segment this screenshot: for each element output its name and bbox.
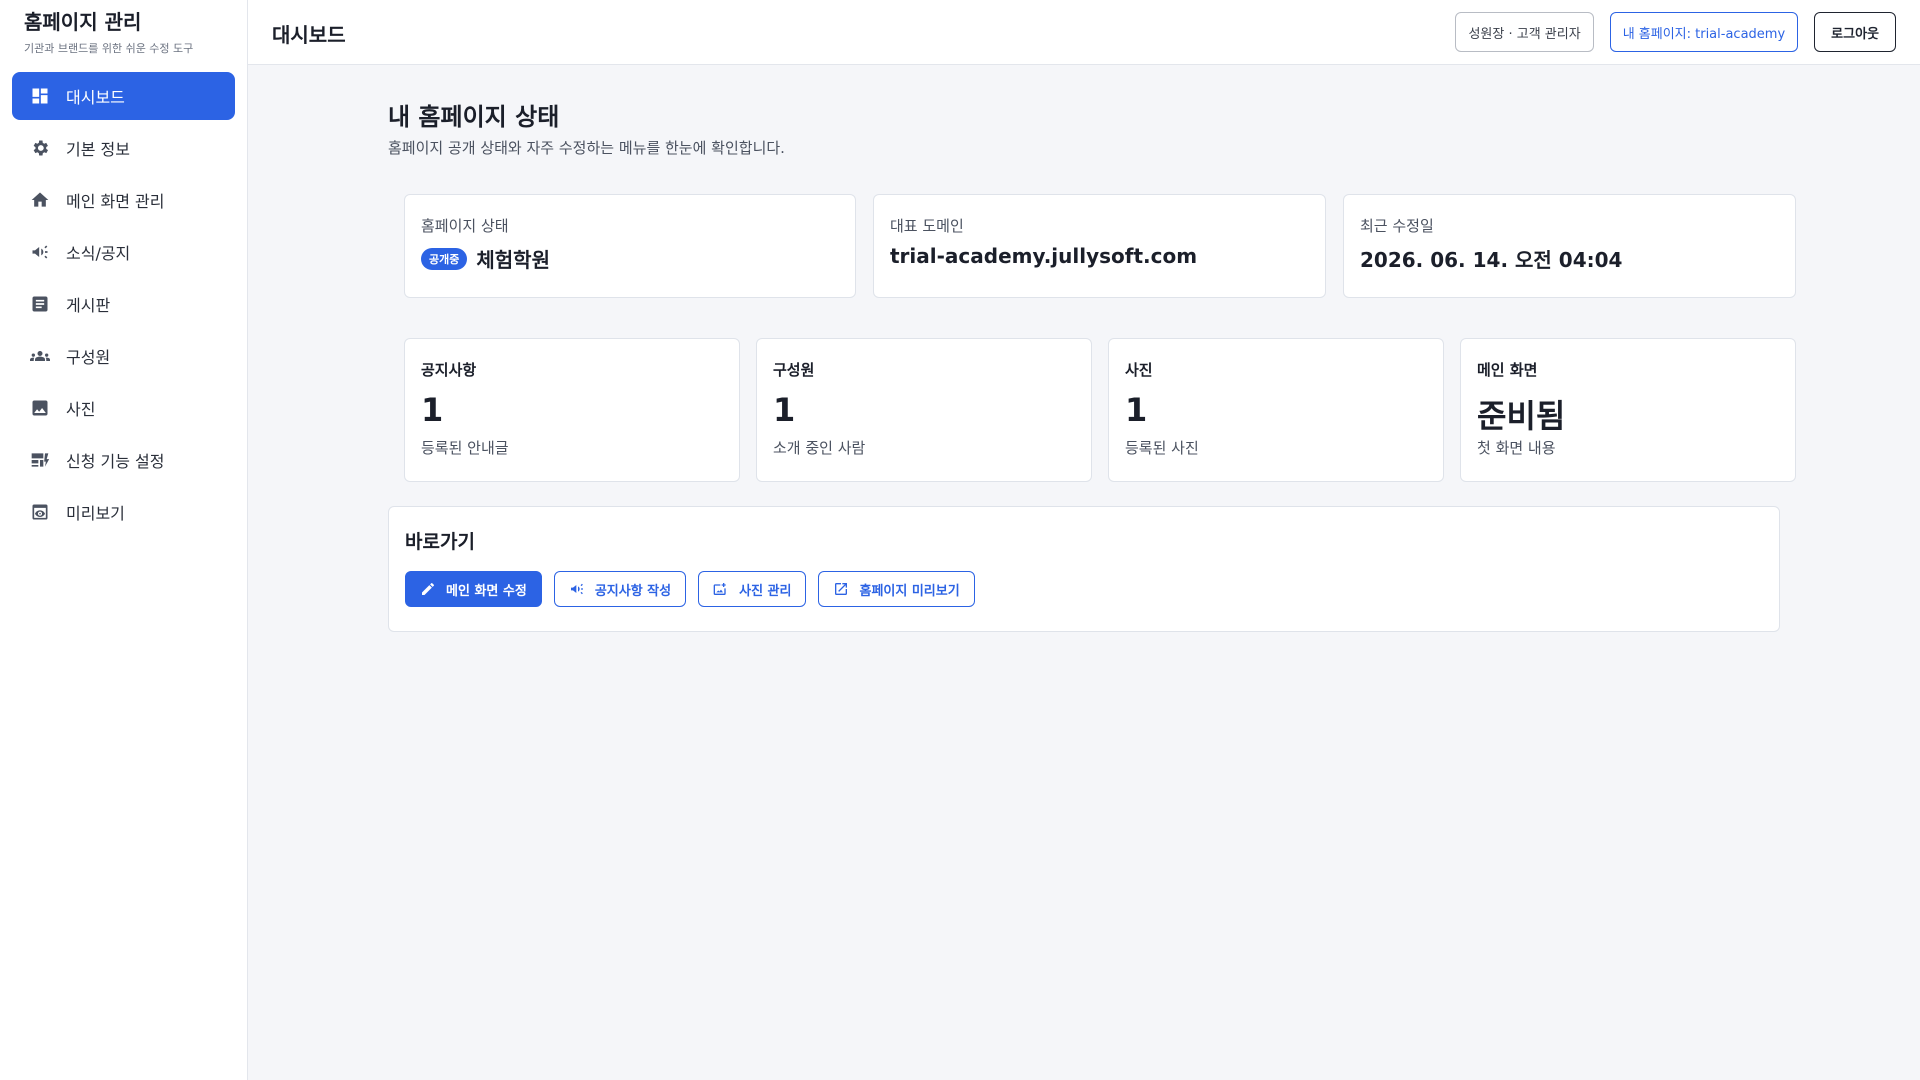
gear-icon	[30, 138, 50, 158]
sidebar-nav: 대시보드 기본 정보 메인 화면 관리 소식/공지 게시판 구성원 사진 신청 …	[0, 66, 247, 546]
stat-value: 준비됨	[1477, 397, 1566, 435]
main-content: 내 홈페이지 상태 홈페이지 공개 상태와 자주 수정하는 메뉴를 한눈에 확인…	[248, 65, 1920, 1080]
sidebar-item-label: 메인 화면 관리	[66, 192, 165, 211]
stat-label: 공지사항	[421, 361, 477, 379]
site-name: 체험학원	[476, 248, 550, 272]
stat-label: 사진	[1125, 361, 1153, 379]
stat-description: 첫 화면 내용	[1477, 439, 1556, 457]
button-label: 사진 관리	[739, 583, 792, 599]
sidebar-item-label: 대시보드	[66, 88, 125, 107]
top-actions: 성원장 · 고객 관리자 내 홈페이지: trial-academy 로그아웃	[1455, 12, 1896, 52]
preview-icon	[30, 502, 50, 522]
user-role-chip[interactable]: 성원장 · 고객 관리자	[1455, 12, 1594, 52]
sidebar-item-news[interactable]: 소식/공지	[12, 228, 235, 276]
image-icon	[30, 398, 50, 418]
site-status-card: 홈페이지 상태 공개중 체험학원	[404, 194, 856, 298]
last-modified-label: 최근 수정일	[1360, 217, 1434, 235]
external-link-icon	[835, 583, 848, 595]
stat-description: 등록된 안내글	[421, 439, 509, 457]
stat-card-members: 구성원 1 소개 중인 사람	[756, 338, 1092, 482]
add-photo-icon	[713, 583, 726, 595]
site-status-label: 홈페이지 상태	[421, 217, 509, 235]
manage-photos-button[interactable]: 사진 관리	[698, 571, 807, 607]
button-label: 공지사항 작성	[594, 583, 672, 599]
logout-button[interactable]: 로그아웃	[1814, 12, 1896, 52]
sidebar-item-photos[interactable]: 사진	[12, 384, 235, 432]
edit-main-screen-button[interactable]: 메인 화면 수정	[405, 571, 542, 607]
sidebar-item-members[interactable]: 구성원	[12, 332, 235, 380]
page-subtitle: 홈페이지 공개 상태와 자주 수정하는 메뉴를 한눈에 확인합니다.	[388, 139, 785, 157]
brand-subtitle: 기관과 브랜드를 위한 쉬운 수정 도구	[24, 42, 194, 55]
stat-label: 구성원	[773, 361, 815, 379]
domain-value: trial-academy.jullysoft.com	[890, 244, 1198, 268]
sidebar-item-label: 소식/공지	[66, 244, 131, 263]
my-site-link[interactable]: 내 홈페이지: trial-academy	[1609, 12, 1799, 52]
page-title: 내 홈페이지 상태	[388, 103, 560, 131]
sidebar-item-label: 미리보기	[66, 504, 125, 523]
people-icon	[30, 346, 50, 366]
write-notice-button[interactable]: 공지사항 작성	[553, 571, 687, 607]
stat-value: 1	[1125, 391, 1148, 429]
stat-description: 소개 중인 사람	[773, 439, 866, 457]
form-settings-icon	[30, 450, 50, 470]
site-status-value: 공개중 체험학원	[421, 244, 550, 273]
page-header-title: 대시보드	[272, 23, 346, 47]
dashboard-icon	[30, 86, 50, 106]
sidebar-item-main-screen[interactable]: 메인 화면 관리	[12, 176, 235, 224]
top-bar: 대시보드 성원장 · 고객 관리자 내 홈페이지: trial-academy …	[248, 0, 1920, 65]
megaphone-icon	[30, 242, 50, 262]
domain-card: 대표 도메인 trial-academy.jullysoft.com	[873, 194, 1326, 298]
button-label: 메인 화면 수정	[446, 583, 527, 599]
sidebar-item-basic-info[interactable]: 기본 정보	[12, 124, 235, 172]
button-label: 홈페이지 미리보기	[859, 583, 960, 599]
stat-card-notices: 공지사항 1 등록된 안내글	[404, 338, 740, 482]
status-badge: 공개중	[421, 247, 468, 270]
last-modified-value: 2026. 06. 14. 오전 04:04	[1360, 248, 1623, 272]
stat-value: 1	[773, 391, 796, 429]
shortcuts-card: 바로가기 메인 화면 수정 공지사항 작성 사진 관리 홈페이지 미리보기	[388, 506, 1780, 632]
sidebar-item-label: 기본 정보	[66, 140, 130, 159]
megaphone-icon	[570, 583, 583, 595]
preview-site-button[interactable]: 홈페이지 미리보기	[818, 571, 975, 607]
brand: 홈페이지 관리 기관과 브랜드를 위한 쉬운 수정 도구	[0, 0, 247, 66]
domain-label: 대표 도메인	[890, 217, 964, 235]
shortcuts-title: 바로가기	[405, 531, 475, 553]
sidebar-item-board[interactable]: 게시판	[12, 280, 235, 328]
sidebar-item-label: 게시판	[66, 296, 111, 315]
sidebar-item-label: 구성원	[66, 348, 111, 367]
stat-value: 1	[421, 391, 444, 429]
sidebar-item-preview[interactable]: 미리보기	[12, 488, 235, 536]
stat-label: 메인 화면	[1477, 361, 1538, 379]
sidebar-item-dashboard[interactable]: 대시보드	[12, 72, 235, 120]
sidebar: 홈페이지 관리 기관과 브랜드를 위한 쉬운 수정 도구 대시보드 기본 정보 …	[0, 0, 248, 1080]
last-modified-card: 최근 수정일 2026. 06. 14. 오전 04:04	[1343, 194, 1796, 298]
stat-description: 등록된 사진	[1125, 439, 1199, 457]
sidebar-item-application-settings[interactable]: 신청 기능 설정	[12, 436, 235, 484]
home-icon	[30, 190, 50, 210]
sidebar-item-label: 사진	[66, 400, 96, 419]
stat-card-photos: 사진 1 등록된 사진	[1108, 338, 1444, 482]
document-icon	[30, 294, 50, 314]
shortcut-buttons: 메인 화면 수정 공지사항 작성 사진 관리 홈페이지 미리보기	[405, 571, 975, 607]
stat-card-main-screen: 메인 화면 준비됨 첫 화면 내용	[1460, 338, 1796, 482]
sidebar-item-label: 신청 기능 설정	[66, 452, 165, 471]
brand-title: 홈페이지 관리	[24, 10, 142, 34]
pencil-icon	[422, 582, 434, 595]
